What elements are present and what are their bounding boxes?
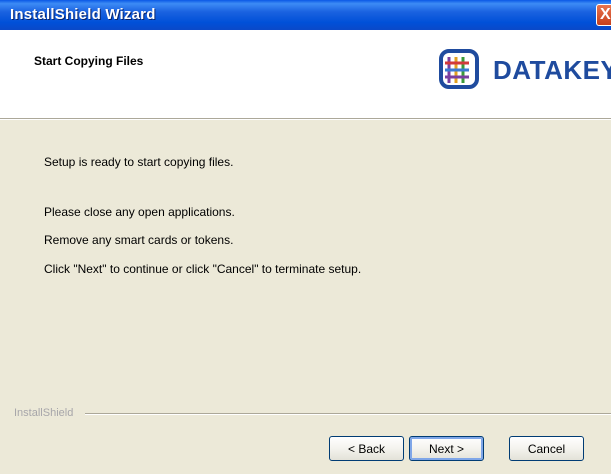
- logo-text: DATAKEY: [493, 55, 611, 85]
- page-title: Start Copying Files: [34, 54, 144, 68]
- cancel-button[interactable]: Cancel: [509, 436, 584, 461]
- window-title: InstallShield Wizard: [10, 6, 156, 23]
- close-icon: X: [600, 6, 611, 23]
- installshield-brand-label: InstallShield: [14, 407, 74, 419]
- body-line-4: Click "Next" to continue or click "Cance…: [44, 262, 362, 276]
- datakey-logo-icon: [439, 49, 479, 89]
- body-line-3: Remove any smart cards or tokens.: [44, 233, 234, 247]
- header-divider: [0, 118, 611, 120]
- title-bar[interactable]: InstallShield Wizard X: [0, 0, 611, 30]
- back-button[interactable]: < Back: [329, 436, 404, 461]
- next-button[interactable]: Next >: [409, 436, 484, 461]
- close-button[interactable]: X: [596, 4, 611, 26]
- body-line-1: Setup is ready to start copying files.: [44, 155, 234, 169]
- body-line-2: Please close any open applications.: [44, 205, 235, 219]
- footer-divider: [85, 413, 611, 415]
